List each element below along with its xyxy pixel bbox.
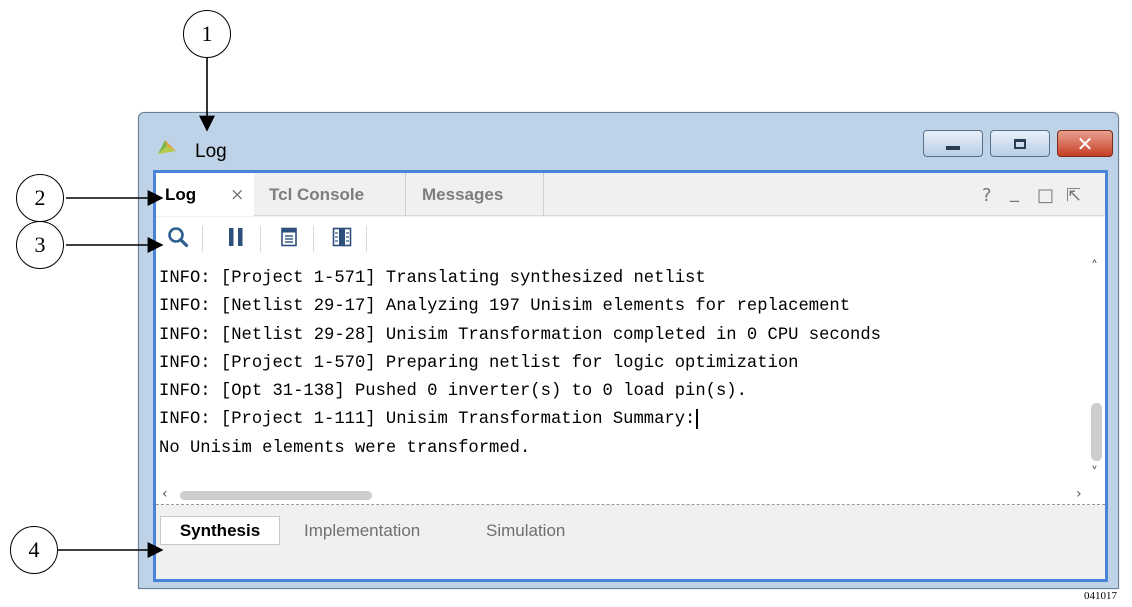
close-button[interactable]: ✕: [1057, 130, 1113, 157]
minimize-button[interactable]: [923, 130, 983, 157]
log-text-area[interactable]: INFO: [Project 1-571] Translating synthe…: [156, 257, 1088, 485]
tab-synthesis[interactable]: Synthesis: [160, 516, 280, 545]
log-line: INFO: [Project 1-571] Translating synthe…: [159, 269, 706, 288]
tab-tcl-console[interactable]: Tcl Console: [256, 173, 406, 216]
vivado-logo-icon: [158, 140, 176, 154]
search-button[interactable]: [166, 225, 190, 249]
copy-icon: [281, 227, 297, 247]
log-line: INFO: [Opt 31-138] Pushed 0 inverter(s) …: [159, 382, 747, 402]
maximize-icon: [1014, 138, 1026, 149]
log-line-with-caret: INFO: [Project 1-111] Unisim Transformat…: [156, 406, 1088, 434]
toolbar-separator: [202, 226, 203, 252]
vertical-scroll-thumb[interactable]: [1091, 403, 1102, 461]
horizontal-scroll-thumb[interactable]: [180, 491, 372, 500]
figure-id: 041017: [1084, 590, 1117, 602]
help-icon[interactable]: ?: [982, 185, 992, 206]
copy-button[interactable]: [277, 225, 301, 249]
panel-float-icon[interactable]: ⇱: [1066, 185, 1081, 206]
log-line-text: INFO: [Project 1-111] Unisim Transformat…: [159, 410, 696, 430]
scroll-down-icon[interactable]: ˅: [1091, 465, 1098, 481]
tab-log[interactable]: Log ×: [156, 173, 254, 216]
toolbar-separator: [313, 226, 314, 252]
callout-3: 3: [16, 221, 64, 269]
tab-log-label: Log: [165, 184, 197, 204]
callout-2: 2: [16, 174, 64, 222]
log-line: INFO: [Netlist 29-17] Analyzing 197 Unis…: [159, 297, 851, 317]
text-caret: [696, 408, 699, 429]
tab-simulation[interactable]: Simulation: [486, 516, 565, 545]
tab-messages[interactable]: Messages: [408, 173, 544, 216]
minimize-icon: [946, 145, 960, 150]
column-icon: [332, 227, 352, 247]
close-icon: ✕: [1076, 131, 1094, 156]
toolbar-separator: [260, 226, 261, 252]
tab-implementation[interactable]: Implementation: [304, 516, 420, 545]
log-panel: Log × Tcl Console Messages ? _ □ ⇱ INFO:…: [153, 170, 1108, 582]
maximize-button[interactable]: [990, 130, 1050, 157]
window-title: Log: [195, 141, 227, 162]
callout-1: 1: [183, 10, 231, 58]
callout-4: 4: [10, 526, 58, 574]
log-toolbar: [156, 217, 1105, 257]
log-window: Log ✕ Log × Tcl Console Messages ? _ □ ⇱: [138, 112, 1119, 589]
vertical-scrollbar[interactable]: ˄ ˅: [1088, 257, 1105, 485]
tab-bar: Log × Tcl Console Messages ? _ □ ⇱: [156, 173, 1105, 216]
tab-close-icon[interactable]: ×: [230, 185, 244, 205]
panel-maximize-icon[interactable]: □: [1037, 185, 1054, 206]
scroll-left-icon[interactable]: ‹: [162, 486, 168, 502]
log-line: INFO: [Project 1-570] Preparing netlist …: [159, 353, 799, 373]
scroll-right-icon[interactable]: ›: [1076, 486, 1082, 502]
pause-button[interactable]: [224, 225, 248, 249]
design-run-tabs: Synthesis Implementation Simulation: [156, 506, 1105, 579]
column-button[interactable]: [330, 225, 354, 249]
pause-icon: [229, 228, 243, 246]
log-line: No Unisim elements were transformed.: [159, 438, 531, 458]
title-bar[interactable]: Log ✕: [139, 113, 1118, 162]
horizontal-scrollbar[interactable]: ‹ ›: [156, 485, 1105, 505]
scroll-up-icon[interactable]: ˄: [1091, 259, 1098, 275]
toolbar-separator: [366, 226, 367, 252]
log-line: INFO: [Netlist 29-28] Unisim Transformat…: [159, 325, 881, 345]
tab-tcl-console-label: Tcl Console: [269, 184, 365, 204]
tab-messages-label: Messages: [422, 184, 504, 204]
search-icon: [168, 227, 189, 248]
panel-minimize-icon[interactable]: _: [1010, 182, 1019, 203]
